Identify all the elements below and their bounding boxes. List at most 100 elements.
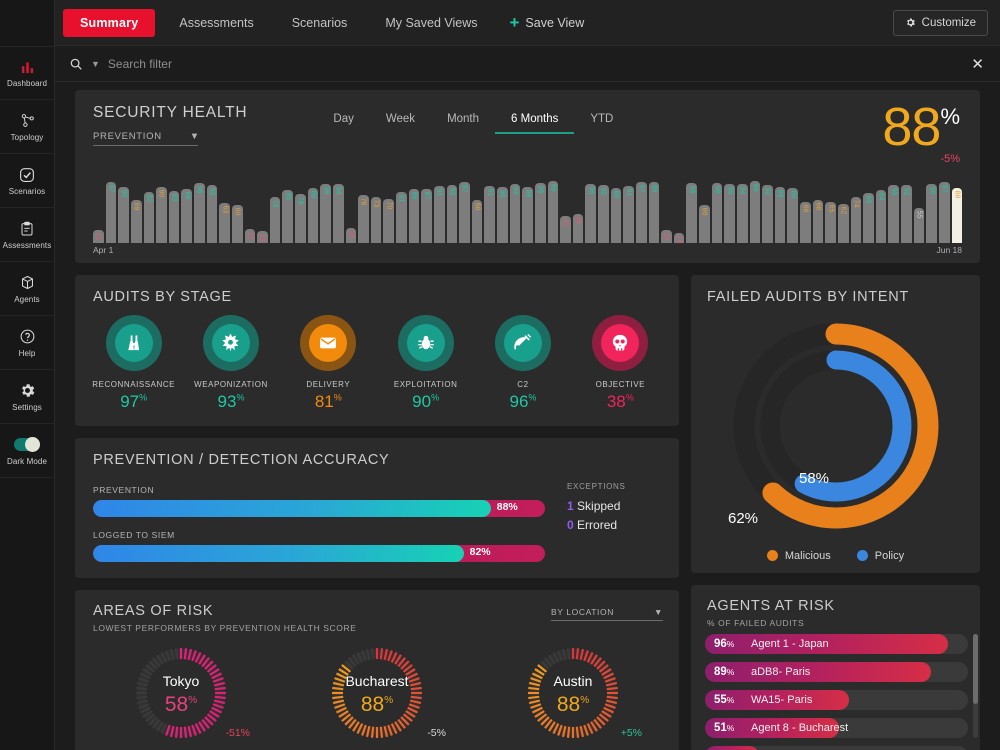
risk-gauge-bucharest[interactable]: Bucharest 88% -5% [302, 639, 452, 747]
sidebar-item-scenarios[interactable]: Scenarios [0, 154, 55, 208]
bar[interactable]: 18 [257, 231, 268, 243]
chevron-down-icon[interactable]: ▼ [654, 607, 663, 617]
bar[interactable]: 42 [560, 216, 571, 243]
bar[interactable]: 96 [194, 183, 205, 243]
bar[interactable]: 74 [269, 196, 281, 243]
bar[interactable]: 91 [433, 186, 445, 243]
bar[interactable]: 62 [837, 204, 849, 243]
stage-objective[interactable]: OBJECTIVE 38% [574, 314, 666, 412]
bar[interactable]: 69 [130, 199, 142, 243]
bar[interactable]: 97 [635, 182, 647, 243]
sidebar-item-dark-mode[interactable]: Dark Mode [0, 424, 55, 478]
bar[interactable]: 95 [724, 183, 735, 243]
bar[interactable]: 83 [168, 191, 180, 243]
range-tab-week[interactable]: Week [370, 108, 431, 134]
bar[interactable]: 95 [320, 183, 331, 243]
dark-mode-toggle-icon[interactable] [14, 436, 40, 454]
bar[interactable]: 94 [509, 184, 521, 243]
bar[interactable]: 85 [282, 189, 293, 243]
nav-item-assessments[interactable]: Assessments [165, 9, 267, 37]
agents-list[interactable]: 96% Agent 1 - Japan 89% aDB8- Paris 55% WA15-… [691, 628, 980, 750]
bar[interactable]: 74 [850, 196, 862, 243]
toggle-track[interactable] [14, 437, 40, 452]
bar[interactable]: 97 [459, 182, 470, 243]
bar[interactable]: 88 [307, 187, 319, 243]
bar[interactable]: 96 [686, 183, 697, 243]
risk-gauge-tokyo[interactable]: Tokyo 58% -51% [106, 639, 256, 747]
accuracy-bar-track[interactable]: 88% [93, 499, 545, 517]
bar[interactable]: 63 [219, 203, 230, 243]
agents-scrollbar-thumb[interactable] [973, 633, 978, 704]
close-icon[interactable]: ✕ [969, 55, 986, 73]
sidebar-item-topology[interactable]: Topology [0, 100, 55, 154]
bar[interactable]: 60 [231, 205, 243, 243]
bar[interactable]: 94 [332, 184, 344, 243]
bar[interactable]: 16 [673, 232, 685, 243]
bar[interactable]: 89 [522, 187, 533, 243]
bar[interactable]: 93 [888, 184, 899, 243]
nav-item-scenarios[interactable]: Scenarios [278, 9, 362, 37]
bar[interactable]: 73 [370, 197, 382, 243]
bar[interactable]: 95 [585, 183, 596, 243]
bar[interactable]: 79 [295, 193, 306, 243]
bar[interactable]: 86 [408, 189, 420, 243]
bar[interactable]: 20 [661, 230, 672, 243]
bar[interactable]: 90 [156, 186, 167, 243]
sidebar-item-help[interactable]: Help [0, 316, 55, 370]
bar[interactable]: 80 [863, 192, 874, 243]
bar[interactable]: 92 [598, 185, 609, 243]
stage-exploitation[interactable]: EXPLOITATION 90% [380, 314, 472, 412]
bar[interactable]: 60 [699, 205, 710, 243]
stage-c2[interactable]: C2 96% [477, 314, 569, 412]
bar[interactable]: 65 [825, 202, 836, 243]
group-by-select[interactable]: BY LOCATION ▼ [551, 607, 663, 621]
agents-scrollbar-track[interactable] [973, 633, 978, 738]
legend-item-malicious[interactable]: Malicious [766, 550, 831, 562]
bar[interactable]: 88 [787, 187, 798, 243]
bar[interactable]: 92 [901, 185, 912, 243]
range-tab-day[interactable]: Day [317, 108, 369, 134]
sidebar-item-assessments[interactable]: Assessments [0, 208, 55, 262]
bar-current[interactable]: 88 [951, 187, 963, 243]
bar[interactable]: 87 [421, 188, 432, 243]
range-tab-month[interactable]: Month [431, 108, 495, 134]
nav-item-summary[interactable]: Summary [63, 8, 156, 37]
customize-button[interactable]: Customize [892, 9, 988, 36]
bar[interactable]: 93 [206, 184, 218, 243]
agent-row[interactable]: 18%Web Server Agent 1 - Tokyo [705, 745, 968, 750]
legend-item-policy[interactable]: Policy [856, 550, 904, 562]
bar[interactable]: 55 [913, 208, 925, 243]
bar[interactable]: 94 [736, 184, 748, 243]
bar[interactable]: 82 [143, 191, 155, 243]
bar[interactable]: 66 [800, 201, 811, 243]
agent-row[interactable]: 89% aDB8- Paris [705, 661, 968, 682]
bar[interactable]: 92 [762, 185, 773, 243]
stage-delivery[interactable]: DELIVERY 81% [282, 314, 374, 412]
bar[interactable]: 76 [358, 195, 369, 243]
risk-gauge-austin[interactable]: Austin 88% +5% [498, 639, 648, 747]
bar[interactable]: 23 [345, 228, 357, 243]
bar[interactable]: 97 [105, 182, 117, 243]
bar[interactable]: 68 [812, 200, 824, 243]
bar[interactable]: 70 [383, 199, 394, 243]
bar[interactable]: 99 [749, 181, 761, 243]
search-dropdown-chevron-icon[interactable]: ▼ [91, 59, 100, 69]
metric-select[interactable]: PREVENTION ▼ [93, 131, 199, 146]
bar[interactable]: 93 [446, 184, 458, 243]
bar[interactable]: 84 [875, 190, 887, 243]
stage-reconnaissance[interactable]: RECONNAISSANCE 97% [88, 314, 180, 412]
bar[interactable]: 96 [711, 183, 723, 243]
sidebar-item-dashboard[interactable]: Dashboard [0, 46, 55, 100]
bar[interactable]: 90 [118, 186, 129, 243]
range-tab-ytd[interactable]: YTD [574, 108, 629, 134]
agent-row[interactable]: 55% WA15- Paris [705, 689, 968, 710]
search-input[interactable] [107, 56, 962, 71]
bar[interactable]: 22 [244, 228, 256, 243]
bar[interactable]: 86 [181, 189, 192, 243]
bar[interactable]: 89 [774, 187, 786, 243]
bar[interactable]: 88 [610, 187, 622, 243]
bar[interactable]: 95 [926, 183, 937, 243]
range-tab-6-months[interactable]: 6 Months [495, 108, 575, 134]
nav-item-my-saved-views[interactable]: My Saved Views [371, 9, 491, 37]
toggle-knob[interactable] [25, 437, 40, 452]
